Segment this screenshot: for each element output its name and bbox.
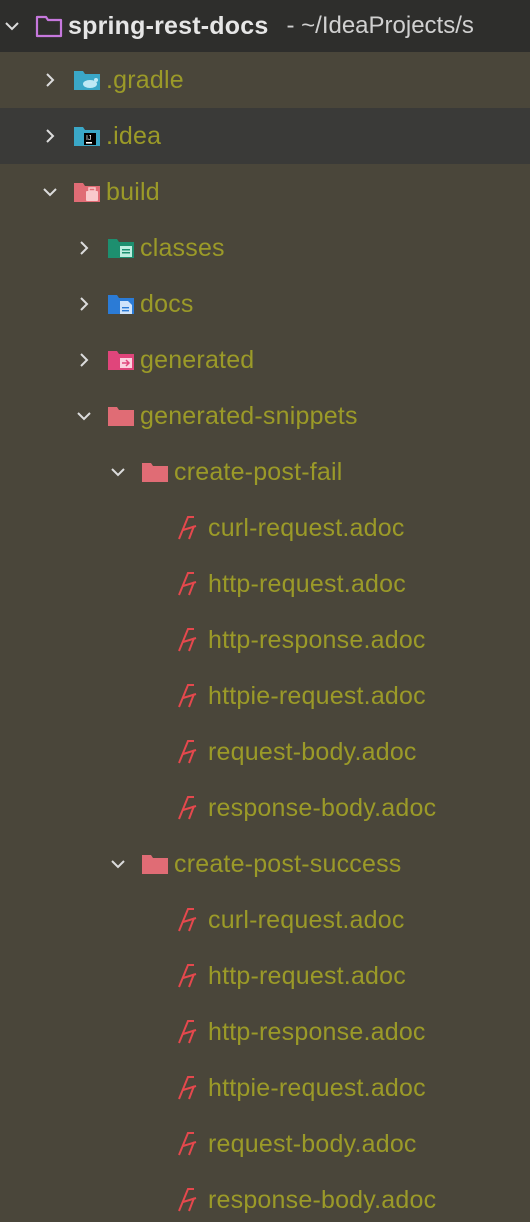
chevron-placeholder bbox=[140, 796, 164, 820]
folder-row[interactable]: docs bbox=[0, 276, 530, 332]
tree-item-label: httpie-request.adoc bbox=[208, 1073, 426, 1102]
tree-item-label: http-response.adoc bbox=[208, 1017, 426, 1046]
file-row[interactable]: response-body.adoc bbox=[0, 1172, 530, 1222]
tree-item-label: httpie-request.adoc bbox=[208, 681, 426, 710]
project-tree: spring-rest-docs - ~/IdeaProjects/s .gra… bbox=[0, 0, 530, 1222]
asciidoc-file-icon bbox=[174, 737, 208, 767]
file-row[interactable]: curl-request.adoc bbox=[0, 892, 530, 948]
tree-item-label: create-post-fail bbox=[174, 457, 343, 486]
file-row[interactable]: http-response.adoc bbox=[0, 612, 530, 668]
build-folder-icon bbox=[72, 177, 106, 207]
chevron-placeholder bbox=[140, 908, 164, 932]
chevron-placeholder bbox=[140, 740, 164, 764]
asciidoc-file-icon bbox=[174, 961, 208, 991]
file-row[interactable]: request-body.adoc bbox=[0, 724, 530, 780]
tree-item-label: .gradle bbox=[106, 65, 184, 94]
chevron-down-icon[interactable] bbox=[72, 404, 96, 428]
asciidoc-file-icon bbox=[174, 793, 208, 823]
tree-item-label: create-post-success bbox=[174, 849, 402, 878]
chevron-right-icon[interactable] bbox=[72, 348, 96, 372]
folder-row[interactable]: create-post-fail bbox=[0, 444, 530, 500]
tree-item-label: docs bbox=[140, 289, 194, 318]
tree-item-label: curl-request.adoc bbox=[208, 905, 405, 934]
chevron-placeholder bbox=[140, 1020, 164, 1044]
asciidoc-file-icon bbox=[174, 513, 208, 543]
folder-row[interactable]: .gradle bbox=[0, 52, 530, 108]
chevron-down-icon[interactable] bbox=[106, 852, 130, 876]
chevron-placeholder bbox=[140, 684, 164, 708]
file-row[interactable]: http-request.adoc bbox=[0, 556, 530, 612]
file-row[interactable]: request-body.adoc bbox=[0, 1116, 530, 1172]
chevron-placeholder bbox=[140, 1076, 164, 1100]
file-row[interactable]: httpie-request.adoc bbox=[0, 668, 530, 724]
chevron-down-icon[interactable] bbox=[106, 460, 130, 484]
tree-item-label: http-response.adoc bbox=[208, 625, 426, 654]
idea-folder-icon: IJ bbox=[72, 121, 106, 151]
asciidoc-file-icon bbox=[174, 625, 208, 655]
chevron-right-icon[interactable] bbox=[38, 68, 62, 92]
chevron-placeholder bbox=[140, 1132, 164, 1156]
folder-icon bbox=[140, 849, 174, 879]
folder-row[interactable]: create-post-success bbox=[0, 836, 530, 892]
file-row[interactable]: httpie-request.adoc bbox=[0, 1060, 530, 1116]
asciidoc-file-icon bbox=[174, 1185, 208, 1215]
file-row[interactable]: http-response.adoc bbox=[0, 1004, 530, 1060]
asciidoc-file-icon bbox=[174, 905, 208, 935]
file-row[interactable]: curl-request.adoc bbox=[0, 500, 530, 556]
chevron-down-icon[interactable] bbox=[38, 180, 62, 204]
chevron-right-icon[interactable] bbox=[72, 292, 96, 316]
folder-icon bbox=[140, 457, 174, 487]
asciidoc-file-icon bbox=[174, 681, 208, 711]
tree-item-label: .idea bbox=[106, 121, 162, 150]
file-row[interactable]: http-request.adoc bbox=[0, 948, 530, 1004]
folder-row[interactable]: classes bbox=[0, 220, 530, 276]
asciidoc-file-icon bbox=[174, 1073, 208, 1103]
chevron-placeholder bbox=[140, 1188, 164, 1212]
folder-icon bbox=[106, 401, 140, 431]
chevron-placeholder bbox=[140, 572, 164, 596]
folder-row[interactable]: generated bbox=[0, 332, 530, 388]
tree-item-label: response-body.adoc bbox=[208, 793, 437, 822]
chevron-down-icon[interactable] bbox=[0, 14, 24, 38]
tree-item-label: classes bbox=[140, 233, 225, 262]
tree-item-label: build bbox=[106, 177, 160, 206]
chevron-placeholder bbox=[140, 964, 164, 988]
chevron-right-icon[interactable] bbox=[72, 236, 96, 260]
docs-folder-icon bbox=[106, 289, 140, 319]
tree-item-label: http-request.adoc bbox=[208, 569, 406, 598]
asciidoc-file-icon bbox=[174, 1129, 208, 1159]
tree-item-label: generated-snippets bbox=[140, 401, 358, 430]
gradle-folder-icon bbox=[72, 65, 106, 95]
tree-item-label: request-body.adoc bbox=[208, 1129, 417, 1158]
folder-row[interactable]: IJ .idea bbox=[0, 108, 530, 164]
tree-item-label: http-request.adoc bbox=[208, 961, 406, 990]
tree-item-label: curl-request.adoc bbox=[208, 513, 405, 542]
asciidoc-file-icon bbox=[174, 1017, 208, 1047]
project-path: - ~/IdeaProjects/s bbox=[286, 12, 474, 39]
file-row[interactable]: response-body.adoc bbox=[0, 780, 530, 836]
classes-folder-icon bbox=[106, 233, 140, 263]
project-folder-icon bbox=[34, 11, 68, 41]
chevron-placeholder bbox=[140, 628, 164, 652]
tree-item-label: request-body.adoc bbox=[208, 737, 417, 766]
tree-item-label: response-body.adoc bbox=[208, 1185, 437, 1214]
chevron-right-icon[interactable] bbox=[38, 124, 62, 148]
project-name: spring-rest-docs bbox=[68, 11, 269, 40]
folder-row[interactable]: generated-snippets bbox=[0, 388, 530, 444]
project-root-row[interactable]: spring-rest-docs - ~/IdeaProjects/s bbox=[0, 0, 530, 52]
asciidoc-file-icon bbox=[174, 569, 208, 599]
tree-item-label: generated bbox=[140, 345, 255, 374]
svg-text:IJ: IJ bbox=[86, 135, 91, 142]
chevron-placeholder bbox=[140, 516, 164, 540]
generated-folder-icon bbox=[106, 345, 140, 375]
folder-row[interactable]: build bbox=[0, 164, 530, 220]
